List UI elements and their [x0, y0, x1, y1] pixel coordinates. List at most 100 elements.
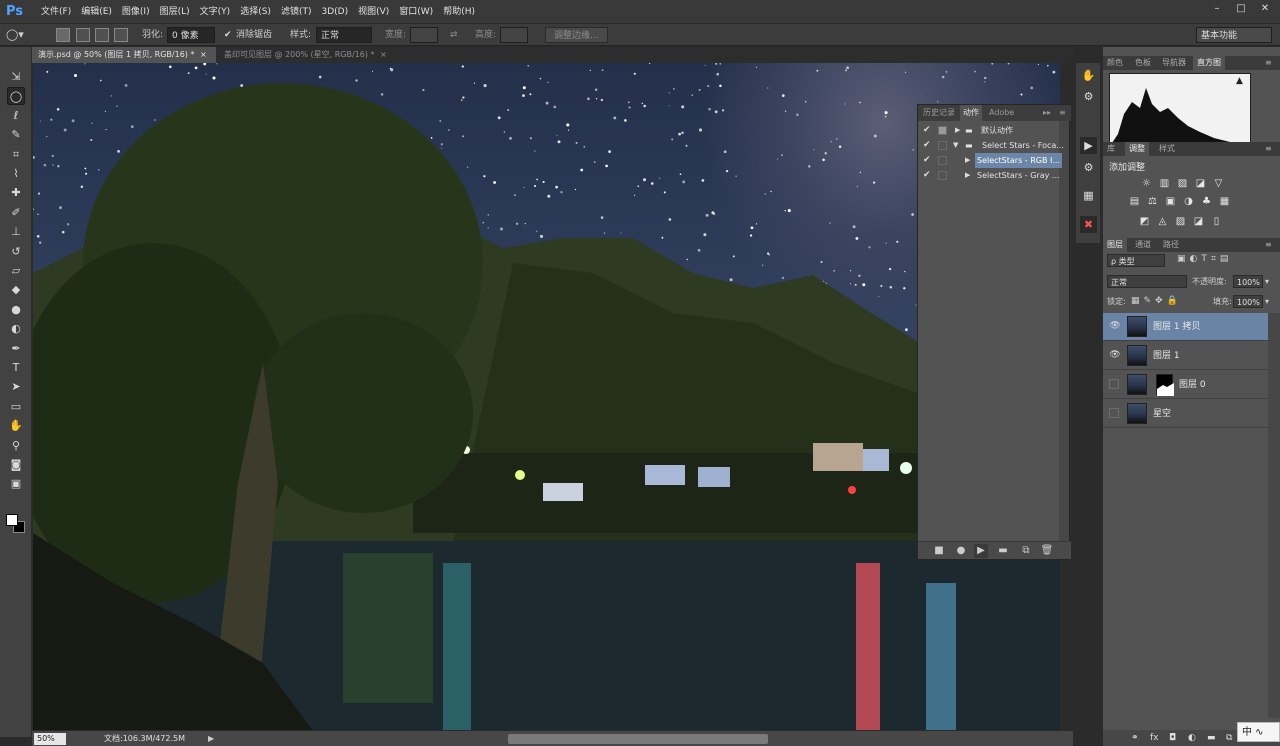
collapse-triangle-icon[interactable]: ▼	[953, 138, 958, 153]
visibility-toggle[interactable]	[1109, 379, 1119, 389]
action-row[interactable]: ✔ ▶ SelectStars - Gray ...	[918, 168, 1060, 183]
panel-menu-icon[interactable]: ≡	[1261, 142, 1276, 156]
close-panel-icon[interactable]: ✖	[1080, 216, 1097, 233]
lock-icons[interactable]: ▦✎✥🔒	[1131, 295, 1182, 308]
elliptical-marquee-tool-icon[interactable]: ◯	[7, 87, 25, 106]
record-icon[interactable]: ●	[954, 544, 968, 558]
layer-row[interactable]: 👁 图层 1	[1103, 342, 1268, 370]
workspace-select[interactable]: 基本功能	[1196, 27, 1272, 43]
menu-file[interactable]: 文件(F)	[36, 0, 76, 24]
move-tool-icon[interactable]: ⇲	[7, 68, 25, 86]
layers-footer-icon[interactable]: ⚭	[1131, 732, 1139, 744]
layers-scrollbar[interactable]	[1268, 313, 1280, 718]
tab-history[interactable]: 历史记录	[920, 105, 958, 121]
layer-thumbnail[interactable]	[1127, 316, 1147, 337]
adjustment-row2-2-icon[interactable]: ▣	[1163, 195, 1178, 208]
subtract-selection-icon[interactable]	[95, 28, 109, 42]
panel-collapse-icon[interactable]: ▸▸	[1040, 105, 1054, 121]
check-icon[interactable]: ✔	[923, 153, 933, 168]
adjustment-row1-2-icon[interactable]: ▨	[1175, 177, 1190, 190]
history-brush-tool-icon[interactable]: ↺	[7, 243, 25, 261]
new-action-icon[interactable]: ⧉	[1019, 544, 1033, 558]
ime-indicator[interactable]: 中 ∿	[1237, 722, 1280, 742]
menu-window[interactable]: 窗口(W)	[394, 0, 438, 24]
layer-row[interactable]: 👁 图层 1 拷贝	[1103, 313, 1268, 341]
document-info[interactable]: 文档:106.3M/472.5M	[104, 731, 185, 746]
menu-help[interactable]: 帮助(H)	[438, 0, 480, 24]
dialog-toggle-icon[interactable]	[938, 171, 947, 180]
quick-selection-tool-icon[interactable]: ✎	[7, 126, 25, 144]
layer-mask-thumbnail[interactable]	[1156, 374, 1174, 396]
path-selection-tool-icon[interactable]: ➤	[7, 378, 25, 396]
eye-icon[interactable]: 👁	[1109, 321, 1121, 333]
tab-libraries[interactable]: 库	[1103, 142, 1119, 156]
visibility-toggle[interactable]	[1109, 408, 1119, 418]
adjustment-row1-1-icon[interactable]: ▥	[1157, 177, 1172, 190]
action-row[interactable]: ✔ ▶ SelectStars - RGB I...	[918, 153, 1063, 168]
adjustment-row3-0-icon[interactable]: ◩	[1137, 215, 1152, 228]
layers-footer-icon[interactable]: fx	[1150, 732, 1159, 744]
panel-menu-icon[interactable]: ≡	[1261, 238, 1276, 252]
layer-row[interactable]: 图层 0	[1103, 371, 1268, 399]
refine-edge-button[interactable]: 调整边缘...	[545, 27, 608, 43]
feather-input[interactable]: 0 像素	[167, 27, 215, 43]
fill-dropdown-icon[interactable]: ▾	[1265, 295, 1269, 308]
dialog-toggle-icon[interactable]	[938, 156, 947, 165]
tab-actions[interactable]: 动作	[960, 105, 982, 121]
menu-image[interactable]: 图像(I)	[117, 0, 155, 24]
dodge-tool-icon[interactable]: ◐	[7, 320, 25, 338]
doc-tab-active[interactable]: 演示.psd @ 50% (图层 1 拷贝, RGB/16) * ×	[32, 47, 216, 63]
layer-row[interactable]: 星空	[1103, 400, 1268, 428]
adjustment-row1-4-icon[interactable]: ▽	[1211, 177, 1226, 190]
adjustment-row2-5-icon[interactable]: ▦	[1217, 195, 1232, 208]
zoom-input[interactable]: 50%	[34, 733, 66, 745]
zoom-tool-icon[interactable]: ⚲	[7, 437, 25, 455]
new-set-icon[interactable]: ▬	[996, 544, 1010, 558]
panel-menu-icon[interactable]: ≡	[1261, 56, 1276, 70]
layer-thumbnail[interactable]	[1127, 345, 1147, 366]
antialias-checkbox[interactable]: ✔	[224, 27, 232, 43]
clone-stamp-tool-icon[interactable]: ⊥	[7, 223, 25, 241]
adjustment-row3-3-icon[interactable]: ◪	[1191, 215, 1206, 228]
new-selection-icon[interactable]	[56, 28, 70, 42]
opacity-dropdown-icon[interactable]: ▾	[1265, 275, 1269, 288]
marquee-preset-icon[interactable]: ◯▾	[6, 27, 34, 43]
play-icon[interactable]: ▶	[974, 544, 988, 558]
dialog-toggle-icon[interactable]	[938, 126, 947, 135]
brush-tool-icon[interactable]: ✐	[7, 204, 25, 222]
tool-presets-icon[interactable]: ✋	[1080, 67, 1097, 84]
screen-mode-tool-icon[interactable]: ▣	[7, 475, 25, 493]
tab-color[interactable]: 颜色	[1103, 56, 1127, 70]
properties-icon[interactable]: ⚙	[1080, 88, 1097, 105]
fill-input[interactable]: 100%	[1233, 295, 1263, 308]
adjustment-row3-1-icon[interactable]: ◬	[1155, 215, 1170, 228]
actions-icon[interactable]: ▶	[1080, 137, 1097, 154]
document-canvas[interactable]	[33, 63, 1060, 731]
action-set-row[interactable]: ✔ ▶ ▬ 默认动作	[918, 123, 1058, 138]
minimize-button[interactable]: –	[1208, 2, 1226, 16]
panel-menu-icon[interactable]: ≡	[1056, 105, 1069, 121]
layer-comps-icon[interactable]: ▦	[1080, 187, 1097, 204]
menu-edit[interactable]: 编辑(E)	[76, 0, 117, 24]
doc-tab-inactive[interactable]: 盖印可见图层 @ 200% (星空, RGB/16) * ×	[218, 47, 418, 63]
style-select[interactable]: 正常	[316, 27, 372, 43]
adjustment-row3-2-icon[interactable]: ▨	[1173, 215, 1188, 228]
layer-thumbnail[interactable]	[1127, 374, 1147, 395]
crop-tool-icon[interactable]: ⌗	[7, 146, 25, 164]
expand-triangle-icon[interactable]: ▶	[955, 123, 960, 138]
layers-footer-icon[interactable]: ⧉	[1226, 732, 1232, 744]
close-button[interactable]: ✕	[1256, 2, 1274, 16]
adjustment-row1-0-icon[interactable]: ☼	[1139, 177, 1154, 190]
layers-footer-icon[interactable]: ◐	[1188, 732, 1196, 744]
width-input[interactable]	[410, 27, 438, 43]
eyedropper-tool-icon[interactable]: ⌇	[7, 165, 25, 183]
tab-styles[interactable]: 样式	[1155, 142, 1179, 156]
doc-tab-close-icon[interactable]: ×	[380, 50, 387, 59]
pen-tool-icon[interactable]: ✒	[7, 340, 25, 358]
hand-tool-icon[interactable]: ✋	[7, 417, 25, 435]
adjustment-row2-4-icon[interactable]: ♣	[1199, 195, 1214, 208]
intersect-selection-icon[interactable]	[114, 28, 128, 42]
tab-channels[interactable]: 通道	[1131, 238, 1155, 252]
check-icon[interactable]: ✔	[923, 138, 933, 153]
tab-histogram[interactable]: 直方图	[1193, 56, 1225, 70]
